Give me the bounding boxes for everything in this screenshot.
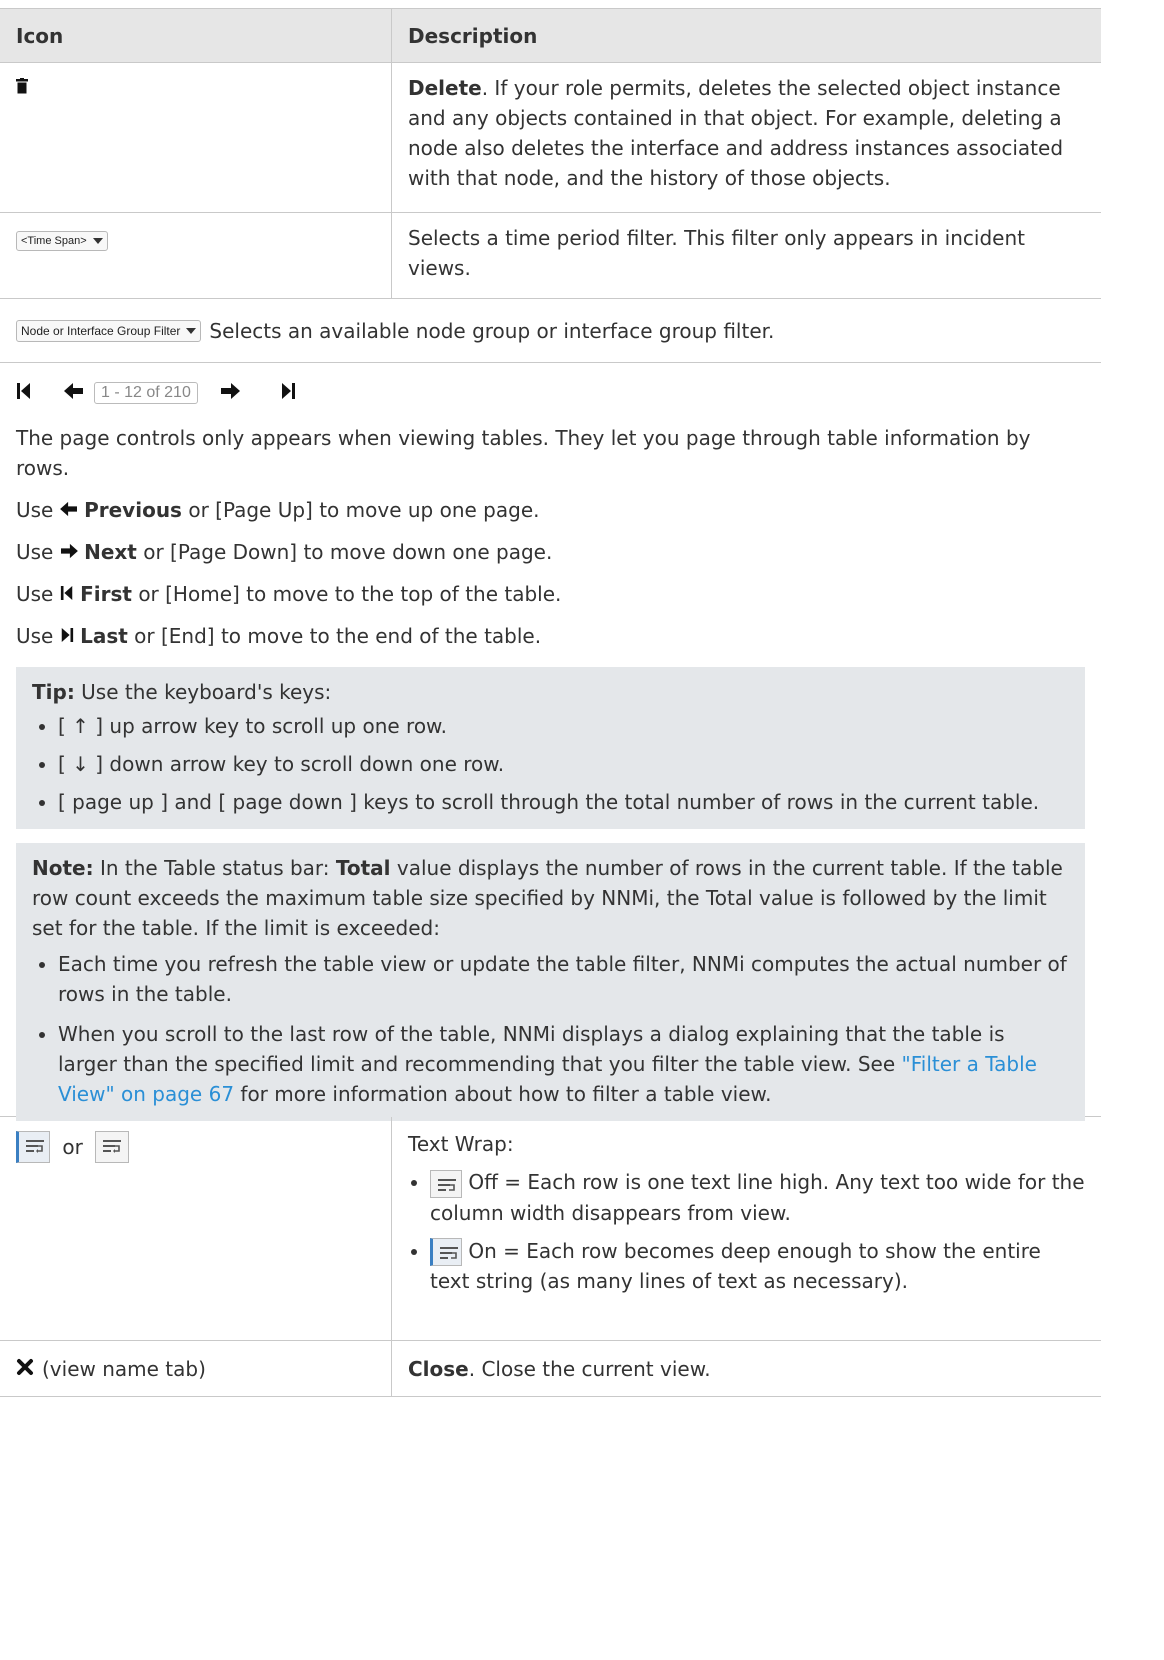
cell-icon: (view name tab) [0, 1340, 392, 1397]
list-item: [ ↑ ] up arrow key to scroll up one row. [58, 711, 1069, 741]
group-filter-dropdown[interactable]: Node or Interface Group Filter [16, 319, 202, 342]
chevron-down-icon [92, 238, 103, 244]
text-wrap-title: Text Wrap: [408, 1132, 514, 1156]
first-rest: or [Home] to move to the top of the tabl… [138, 582, 562, 606]
next-rest: or [Page Down] to move down one page. [143, 540, 553, 564]
note-list: Each time you refresh the table view or … [32, 949, 1069, 1109]
trash-icon[interactable] [16, 75, 28, 99]
note-total: Total [335, 856, 391, 880]
tip-list: [ ↑ ] up arrow key to scroll up one row.… [32, 711, 1069, 817]
chevron-down-icon [186, 327, 197, 334]
pager-next-line: Use Next or [Page Down] to move down one… [16, 537, 1085, 567]
icon-description-table: Icon Description Delete. If your role pe… [0, 8, 1101, 1397]
last-page-icon[interactable] [280, 381, 296, 405]
table-row-group-filter: Node or Interface Group Filter Selects a… [0, 299, 1101, 363]
first-page-icon[interactable] [16, 381, 32, 405]
tip-callout: Tip: Use the keyboard's keys: [ ↑ ] up a… [16, 667, 1085, 829]
previous-label: Previous [84, 498, 182, 522]
cell-description: Text Wrap: Off = Each row is one text li… [392, 1117, 1101, 1340]
previous-arrow-icon [59, 501, 77, 517]
close-title: Close [408, 1356, 469, 1381]
text-wrap-icon [103, 1140, 122, 1153]
cell-description: Delete. If your role permits, deletes th… [392, 63, 1101, 212]
close-text: . Close the current view. [468, 1356, 711, 1381]
table-row-text-wrap: or Text Wrap: Off = Each row is one text… [0, 1117, 1101, 1341]
cell-description: Selects a time period filter. This filte… [408, 226, 1025, 280]
cell-description: Close. Close the current view. [392, 1357, 1101, 1381]
delete-title: Delete [408, 76, 482, 100]
time-span-dropdown[interactable]: <Time Span> [16, 231, 108, 251]
first-label: First [80, 582, 132, 606]
use-label: Use [16, 582, 54, 606]
note-item2-pre: When you scroll to the last row of the t… [58, 1022, 1005, 1076]
tip-label: Tip: [32, 680, 75, 704]
table-row-timespan: <Time Span> Selects a time period filter… [0, 213, 1101, 299]
use-label: Use [16, 498, 54, 522]
note-callout: Note: In the Table status bar: Total val… [16, 843, 1085, 1121]
list-item: Each time you refresh the table view or … [58, 949, 1069, 1009]
next-label: Next [84, 540, 137, 564]
pager-previous-line: Use Previous or [Page Up] to move up one… [16, 495, 1085, 525]
table-row-close: (view name tab) Close. Close the current… [0, 1340, 1101, 1397]
time-span-label: <Time Span> [21, 235, 87, 247]
text-wrap-list: Off = Each row is one text line high. An… [408, 1167, 1085, 1296]
last-icon [61, 628, 73, 642]
page-range-box[interactable]: 1 - 12 of 210 [94, 382, 198, 404]
use-label: Use [16, 540, 54, 564]
pager-intro: The page controls only appears when view… [16, 426, 1031, 480]
list-item: [ ↓ ] down arrow key to scroll down one … [58, 749, 1069, 779]
use-label: Use [16, 624, 54, 648]
header-icon: Icon [0, 8, 392, 63]
tip-heading: Tip: Use the keyboard's keys: [32, 677, 1069, 707]
cell-icon: or [0, 1117, 392, 1340]
list-item: [ page up ] and [ page down ] keys to sc… [58, 787, 1069, 817]
text-wrap-on-button[interactable] [16, 1131, 50, 1163]
text-wrap-on-text: On = Each row becomes deep enough to sho… [430, 1238, 1041, 1294]
table-row-pager: 1 - 12 of 210 The page controls only app… [0, 363, 1101, 1121]
delete-text: . If your role permits, deletes the sele… [408, 76, 1064, 190]
text-wrap-off-icon [430, 1169, 462, 1198]
cell-icon: <Time Span> [0, 213, 392, 298]
pager-last-line: Use Last or [End] to move to the end of … [16, 621, 1085, 651]
table-row-delete: Delete. If your role permits, deletes th… [0, 63, 1101, 213]
first-icon [60, 586, 72, 600]
group-filter-label: Node or Interface Group Filter [21, 323, 181, 338]
list-item: Off = Each row is one text line high. An… [430, 1167, 1085, 1228]
note-label: Note: [32, 856, 94, 880]
pager-controls: 1 - 12 of 210 [16, 373, 1085, 413]
text-wrap-on-icon [430, 1238, 462, 1266]
last-rest: or [End] to move to the end of the table… [134, 624, 542, 648]
previous-page-icon[interactable] [64, 381, 84, 405]
group-filter-text: Selects an available node group or inter… [209, 318, 775, 343]
note-body: Note: In the Table status bar: Total val… [32, 853, 1069, 943]
close-icon-text: (view name tab) [42, 1356, 206, 1381]
tip-text: Use the keyboard's keys: [81, 680, 332, 704]
text-wrap-off-button[interactable] [95, 1131, 130, 1163]
list-item: When you scroll to the last row of the t… [58, 1019, 1069, 1109]
text-wrap-off-text: Off = Each row is one text line high. An… [430, 1170, 1085, 1225]
last-label: Last [80, 624, 128, 648]
next-page-icon[interactable] [220, 381, 240, 405]
next-arrow-icon [60, 543, 78, 559]
table-header: Icon Description [0, 8, 1101, 63]
cell-icon [0, 63, 392, 212]
previous-rest: or [Page Up] to move up one page. [188, 498, 540, 522]
note-item2-post: for more information about how to filter… [240, 1082, 772, 1106]
close-icon[interactable] [16, 1357, 34, 1381]
note-pre: In the Table status bar: [99, 856, 330, 880]
or-label: or [62, 1135, 83, 1159]
cell-full: Node or Interface Group Filter Selects a… [0, 319, 790, 343]
header-description: Description [408, 23, 538, 48]
list-item: On = Each row becomes deep enough to sho… [430, 1236, 1085, 1297]
pager-first-line: Use First or [Home] to move to the top o… [16, 579, 1085, 609]
text-wrap-icon [26, 1140, 44, 1153]
